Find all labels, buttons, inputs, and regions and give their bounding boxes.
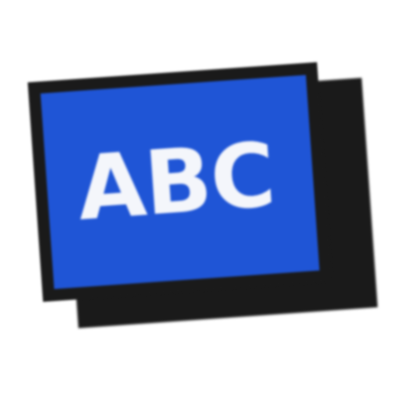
abc-label: ABC	[74, 123, 278, 241]
text-abc-icon: ABC	[27, 62, 333, 302]
abc-icon-canvas: ABC	[0, 0, 400, 400]
